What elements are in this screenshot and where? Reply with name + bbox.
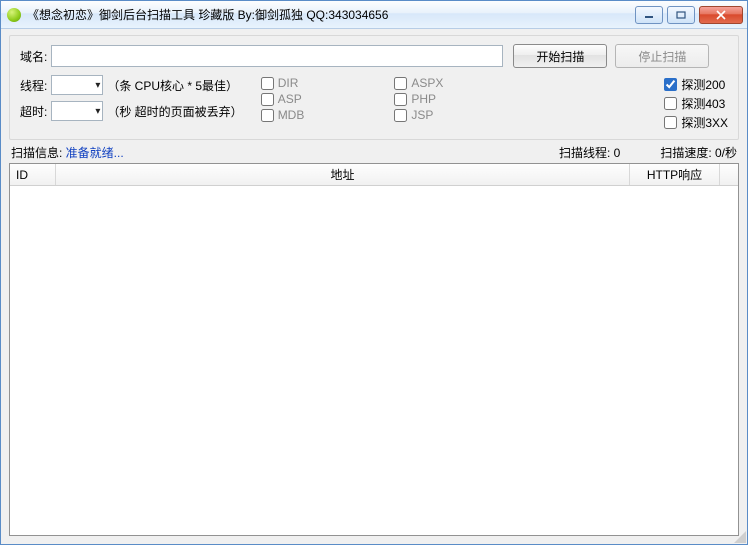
results-table: ID 地址 HTTP响应 [9,163,739,536]
status-speed: 扫描速度: 0/秒 [660,144,737,161]
timeout-hint: （秒 超时的页面被丢弃） [107,103,242,120]
table-header: ID 地址 HTTP响应 [10,164,738,186]
window-controls [635,6,743,24]
threads-hint: （条 CPU核心 * 5最佳） [107,77,238,94]
check-php-box[interactable] [394,93,407,106]
close-icon [715,10,727,20]
stop-scan-button[interactable]: 停止扫描 [615,44,709,68]
maximize-button[interactable] [667,6,695,24]
check-aspx-box[interactable] [394,77,407,90]
status-bar: 扫描信息: 准备就绪... 扫描线程: 0 扫描速度: 0/秒 [9,140,739,163]
filetype-checks: DIR ASP MDB ASPX PHP JSP [261,74,444,122]
check-probe-3xx[interactable]: 探测3XX [664,114,728,131]
threads-combo[interactable]: ▾ [51,75,103,95]
table-body[interactable] [10,186,738,535]
window-title: 《想念初恋》御剑后台扫描工具 珍藏版 By:御剑孤独 QQ:343034656 [27,6,388,23]
check-probe-3xx-box[interactable] [664,116,677,129]
config-panel: 域名: 开始扫描 停止扫描 线程: ▾ （条 CPU核心 * 5最佳） 超时: … [9,35,739,140]
maximize-icon [676,11,686,19]
minimize-button[interactable] [635,6,663,24]
check-php[interactable]: PHP [394,92,443,106]
check-probe-403-box[interactable] [664,97,677,110]
titlebar[interactable]: 《想念初恋》御剑后台扫描工具 珍藏版 By:御剑孤独 QQ:343034656 [1,1,747,29]
check-dir-box[interactable] [261,77,274,90]
status-info: 扫描信息: 准备就绪... [11,144,124,161]
domain-label: 域名: [20,48,47,65]
chevron-down-icon: ▾ [95,106,100,117]
col-address[interactable]: 地址 [56,164,630,185]
check-asp-box[interactable] [261,93,274,106]
check-probe-200[interactable]: 探测200 [664,76,728,93]
check-asp[interactable]: ASP [261,92,305,106]
minimize-icon [644,11,654,19]
app-window: 《想念初恋》御剑后台扫描工具 珍藏版 By:御剑孤独 QQ:343034656 … [0,0,748,545]
status-ready-text: 准备就绪... [66,146,124,160]
check-mdb-box[interactable] [261,109,274,122]
check-jsp-box[interactable] [394,109,407,122]
app-icon [7,8,21,22]
timeout-combo[interactable]: ▾ [51,101,103,121]
check-probe-403[interactable]: 探测403 [664,95,728,112]
chevron-down-icon: ▾ [95,80,100,91]
resize-grip[interactable] [732,529,746,543]
timeout-label: 超时: [20,103,47,120]
check-jsp[interactable]: JSP [394,108,443,122]
col-http-response[interactable]: HTTP响应 [630,164,720,185]
start-scan-button[interactable]: 开始扫描 [513,44,607,68]
client-area: 域名: 开始扫描 停止扫描 线程: ▾ （条 CPU核心 * 5最佳） 超时: … [1,29,747,544]
probe-checks: 探测200 探测403 探测3XX [664,74,728,131]
status-threads: 扫描线程: 0 [559,144,620,161]
threads-label: 线程: [20,77,47,94]
check-aspx[interactable]: ASPX [394,76,443,90]
col-id[interactable]: ID [10,164,56,185]
domain-input[interactable] [51,45,503,67]
check-mdb[interactable]: MDB [261,108,305,122]
col-scroll-gutter [720,164,738,185]
check-probe-200-box[interactable] [664,78,677,91]
close-button[interactable] [699,6,743,24]
check-dir[interactable]: DIR [261,76,305,90]
